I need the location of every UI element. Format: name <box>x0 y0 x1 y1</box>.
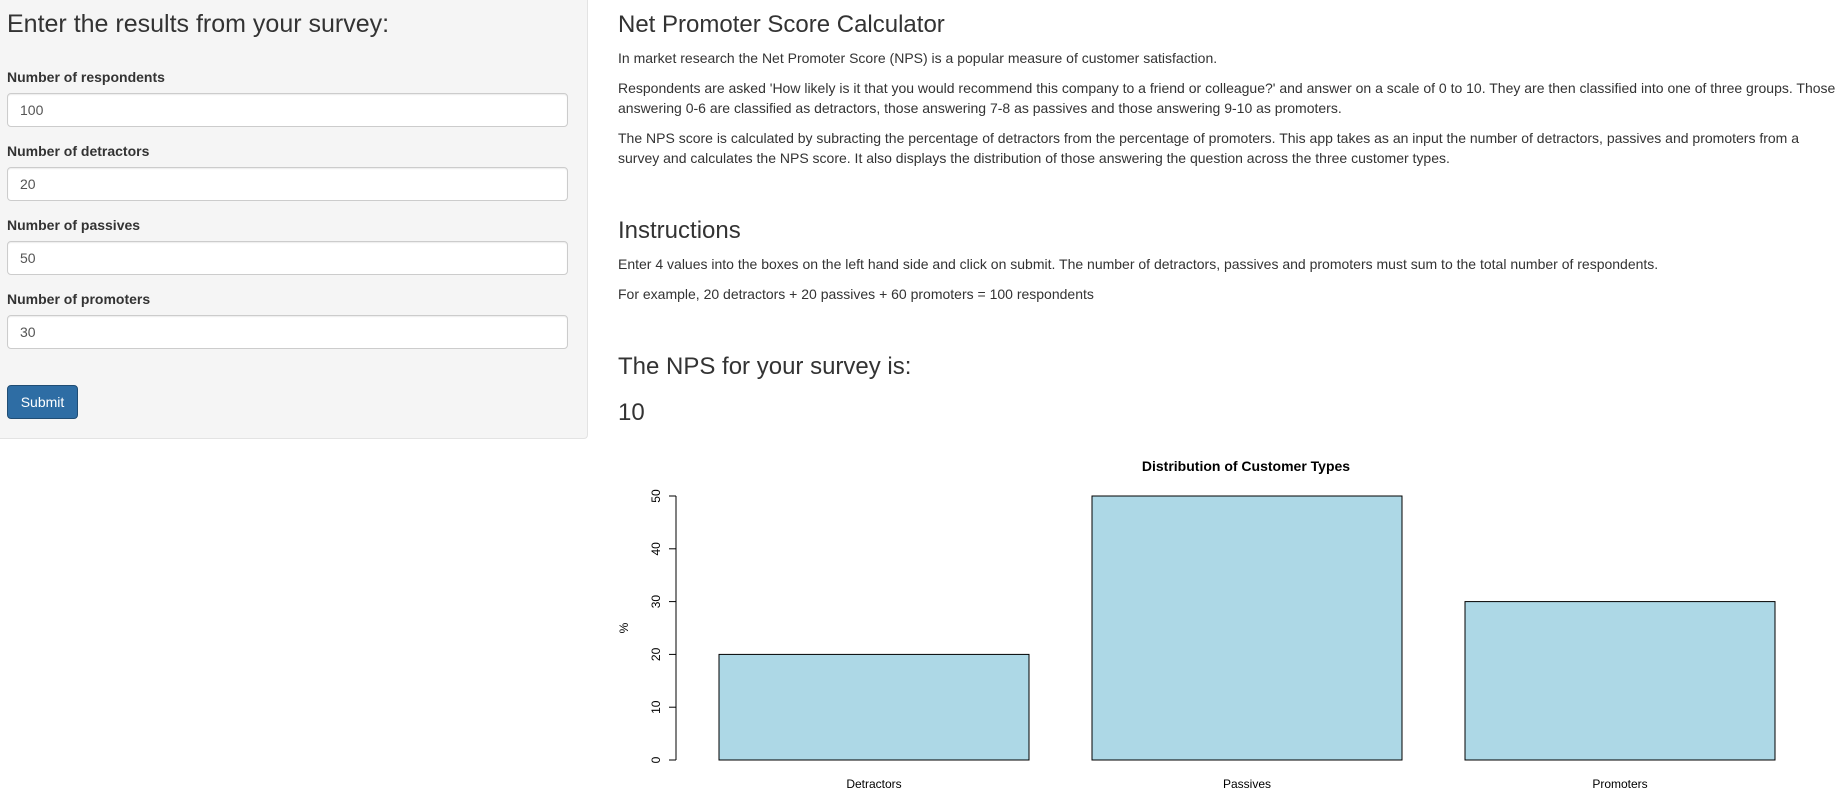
detractors-input[interactable] <box>7 167 568 201</box>
y-tick-label-0: 0 <box>649 756 663 763</box>
x-label-detractors: Detractors <box>846 777 901 791</box>
y-tick-label-50: 50 <box>649 489 663 503</box>
customer-distribution-chart: Distribution of Customer Types 0 10 20 30 40 5… <box>617 448 1838 801</box>
bar-detractors <box>718 653 1030 761</box>
x-label-promoters: Promoters <box>1592 777 1647 791</box>
x-label-passives: Passives <box>1223 777 1271 791</box>
y-axis-label: % <box>618 622 631 633</box>
result-title: The NPS for your survey is: <box>618 353 912 380</box>
detractors-label: Number of detractors <box>7 143 150 159</box>
intro-paragraph-3: The NPS score is calculated by subractin… <box>618 130 1800 166</box>
respondents-input[interactable] <box>7 93 568 127</box>
submit-button[interactable]: Submit <box>7 385 78 419</box>
bar-passives <box>1091 495 1403 761</box>
instructions-paragraph-1: Enter 4 values into the boxes on the lef… <box>618 256 1659 272</box>
bar-chart-svg: Distribution of Customer Types 0 10 20 30 40 5… <box>617 458 1776 791</box>
intro-paragraph-2: Respondents are asked 'How likely is it … <box>618 80 1836 116</box>
sidebar-panel: Enter the results from your survey: Numb… <box>0 0 588 439</box>
intro-paragraph-1: In market research the Net Promoter Scor… <box>618 50 1218 66</box>
promoters-input[interactable] <box>7 315 568 349</box>
passives-input[interactable] <box>7 241 568 275</box>
promoters-label: Number of promoters <box>7 291 151 307</box>
respondents-label: Number of respondents <box>7 69 165 85</box>
y-tick-label-30: 30 <box>649 595 663 609</box>
bar-promoters <box>1464 601 1776 761</box>
y-tick-label-40: 40 <box>649 542 663 556</box>
passives-label: Number of passives <box>7 217 141 233</box>
instructions-paragraph-2: For example, 20 detractors + 20 passives… <box>618 286 1094 302</box>
chart-title: Distribution of Customer Types <box>1142 458 1350 474</box>
y-tick-label-20: 20 <box>649 647 663 661</box>
sidebar-title: Enter the results from your survey: <box>7 10 390 38</box>
y-tick-label-10: 10 <box>649 700 663 714</box>
instructions-title: Instructions <box>618 217 741 244</box>
page-title: Net Promoter Score Calculator <box>618 11 945 38</box>
nps-value: 10 <box>618 399 645 426</box>
